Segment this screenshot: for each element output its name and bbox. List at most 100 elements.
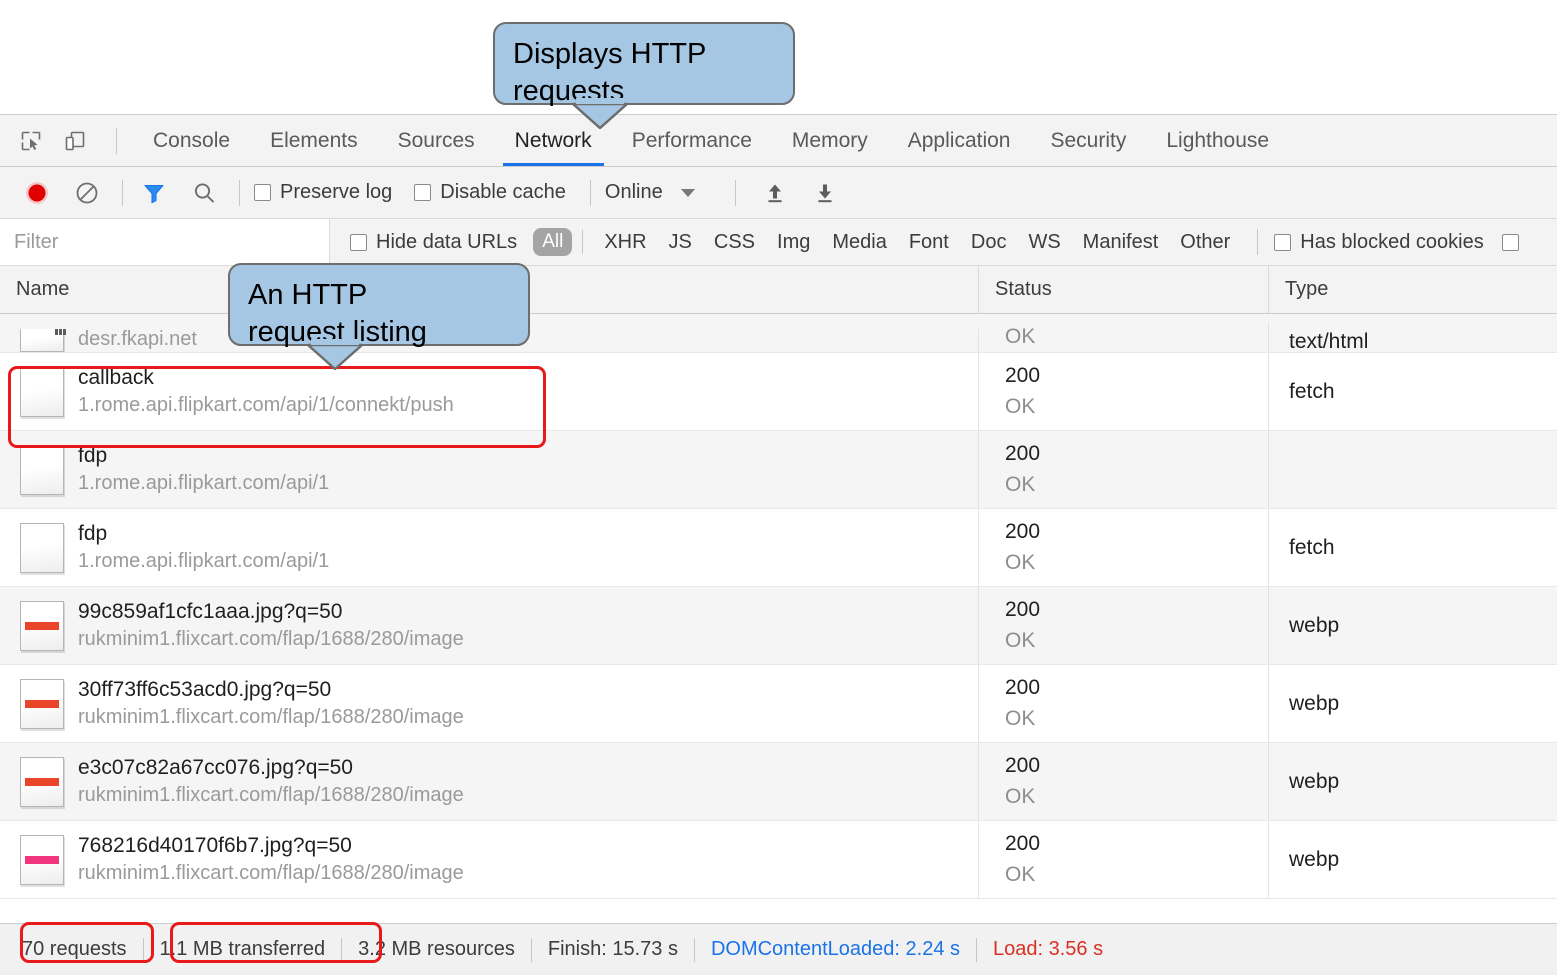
request-type: webp (1289, 613, 1340, 637)
tab-label: Network (514, 128, 592, 152)
tab-elements[interactable]: Elements (250, 115, 378, 166)
blocked-requests-checkbox[interactable] (1501, 233, 1519, 251)
tab-security[interactable]: Security (1030, 115, 1146, 166)
hide-data-urls-label: Hide data URLs (376, 230, 518, 253)
tab-label: Lighthouse (1166, 128, 1270, 152)
tab-sources[interactable]: Sources (378, 115, 495, 166)
requests-table-body[interactable]: desr.fkapi.net OK text/html callback 1.r… (0, 314, 1557, 923)
upload-icon[interactable] (758, 176, 792, 210)
has-blocked-cookies-checkbox[interactable]: Has blocked cookies (1274, 231, 1484, 254)
download-icon[interactable] (808, 176, 842, 210)
tab-application[interactable]: Application (888, 115, 1031, 166)
status-text: OK (1005, 324, 1036, 348)
checkbox-box (414, 184, 432, 201)
type-filter-css[interactable]: CSS (703, 231, 766, 254)
document-thumbnail-icon (20, 329, 66, 352)
disable-cache-checkbox[interactable]: Disable cache (414, 181, 566, 204)
filter-input[interactable] (0, 219, 330, 265)
request-url: rukminim1.flixcart.com/flap/1688/280/ima… (78, 784, 464, 806)
request-url: rukminim1.flixcart.com/flap/1688/280/ima… (78, 706, 464, 728)
tab-label: Security (1050, 128, 1127, 152)
request-url: 1.rome.api.flipkart.com/api/1 (78, 550, 330, 572)
table-row[interactable]: 30ff73ff6c53acd0.jpg?q=50 rukminim1.flix… (0, 665, 1557, 743)
status-code: 200 (1005, 832, 1041, 856)
request-type: fetch (1289, 379, 1335, 403)
type-filter-xhr[interactable]: XHR (593, 231, 657, 254)
type-filter-js[interactable]: JS (658, 231, 703, 254)
callout-text: An HTTP request listing (248, 279, 427, 349)
clear-icon[interactable] (70, 176, 104, 210)
column-label: Type (1285, 278, 1329, 300)
callout-tail-icon (306, 339, 364, 371)
blank-thumbnail-icon (20, 444, 64, 495)
doc-corner-icon (53, 329, 66, 336)
table-row[interactable]: fdp 1.rome.api.flipkart.com/api/1 200 OK… (0, 509, 1557, 587)
request-status-cell: 200 OK (979, 353, 1269, 430)
type-filter-manifest[interactable]: Manifest (1072, 231, 1170, 254)
summary-resources: 3.2 MB resources (358, 938, 515, 960)
chevron-down-icon[interactable] (680, 188, 695, 197)
request-type: webp (1289, 847, 1340, 871)
request-type-cell (1269, 431, 1557, 508)
table-row[interactable]: fdp 1.rome.api.flipkart.com/api/1 200 OK (0, 431, 1557, 509)
type-filter-font[interactable]: Font (898, 231, 960, 254)
table-row[interactable]: e3c07c82a67cc076.jpg?q=50 rukminim1.flix… (0, 743, 1557, 821)
tab-label: Memory (791, 128, 868, 152)
request-status-cell: 200 OK (979, 431, 1269, 508)
request-name-cell: e3c07c82a67cc076.jpg?q=50 rukminim1.flix… (0, 743, 979, 820)
tab-performance[interactable]: Performance (612, 115, 772, 166)
request-name-lines: e3c07c82a67cc076.jpg?q=50 rukminim1.flix… (78, 756, 464, 807)
request-name-lines: 768216d40170f6b7.jpg?q=50 rukminim1.flix… (78, 834, 464, 885)
table-row[interactable]: callback 1.rome.api.flipkart.com/api/1/c… (0, 353, 1557, 431)
status-text: OK (1005, 628, 1036, 652)
tabbar-left-icons (0, 115, 133, 166)
request-status-cell: OK (979, 321, 1269, 352)
filter-divider-1 (582, 230, 584, 254)
toolbar-divider-1 (122, 179, 123, 206)
summary-finish: Finish: 15.73 s (547, 938, 678, 960)
tab-console[interactable]: Console (133, 115, 250, 166)
thumbnail-band (25, 621, 59, 630)
toolbar-divider-4 (734, 179, 736, 206)
request-name-lines: desr.fkapi.net (78, 329, 197, 351)
device-toolbar-icon[interactable] (62, 128, 88, 154)
table-row[interactable]: 768216d40170f6b7.jpg?q=50 rukminim1.flix… (0, 821, 1557, 899)
column-header-type[interactable]: Type (1269, 266, 1557, 313)
inspect-element-icon[interactable] (18, 128, 44, 154)
request-type: fetch (1289, 535, 1335, 559)
checkbox-box (1274, 233, 1292, 251)
search-icon[interactable] (187, 176, 221, 210)
record-icon[interactable] (20, 176, 54, 210)
type-filter-doc[interactable]: Doc (960, 231, 1018, 254)
preserve-log-checkbox[interactable]: Preserve log (254, 181, 392, 204)
hide-data-urls-checkbox[interactable]: Hide data URLs (350, 231, 517, 254)
status-text: OK (1005, 550, 1036, 574)
image-thumbnail-icon (20, 834, 64, 885)
throttling-select[interactable]: Online (605, 181, 663, 204)
tab-lighthouse[interactable]: Lighthouse (1146, 115, 1289, 166)
request-url: desr.fkapi.net (78, 329, 197, 350)
type-filter-other[interactable]: Other (1169, 231, 1241, 254)
request-url: 1.rome.api.flipkart.com/api/1 (78, 472, 330, 494)
column-header-status[interactable]: Status (979, 266, 1269, 313)
type-filter-all[interactable]: All (533, 228, 573, 256)
tab-label: Elements (270, 128, 358, 152)
checkbox-box (1501, 233, 1519, 251)
callout-text: Displays HTTP requests (513, 38, 707, 108)
request-type-cell: webp (1269, 821, 1557, 898)
status-code: 200 (1005, 754, 1041, 778)
thumbnail-band (25, 699, 59, 708)
type-filter-media[interactable]: Media (821, 231, 897, 254)
type-filter-ws[interactable]: WS (1017, 231, 1071, 254)
request-status-cell: 200 OK (979, 821, 1269, 898)
checkbox-box (350, 233, 367, 251)
thumbnail-band (25, 855, 59, 864)
tab-memory[interactable]: Memory (772, 115, 888, 166)
table-row[interactable]: 99c859af1cfc1aaa.jpg?q=50 rukminim1.flix… (0, 587, 1557, 665)
type-filter-img[interactable]: Img (766, 231, 821, 254)
image-thumbnail-icon (20, 678, 64, 729)
status-text: OK (1005, 472, 1036, 496)
request-name-lines: fdp 1.rome.api.flipkart.com/api/1 (78, 522, 329, 573)
request-name: 30ff73ff6c53acd0.jpg?q=50 (78, 678, 332, 701)
filter-icon[interactable] (137, 176, 171, 210)
